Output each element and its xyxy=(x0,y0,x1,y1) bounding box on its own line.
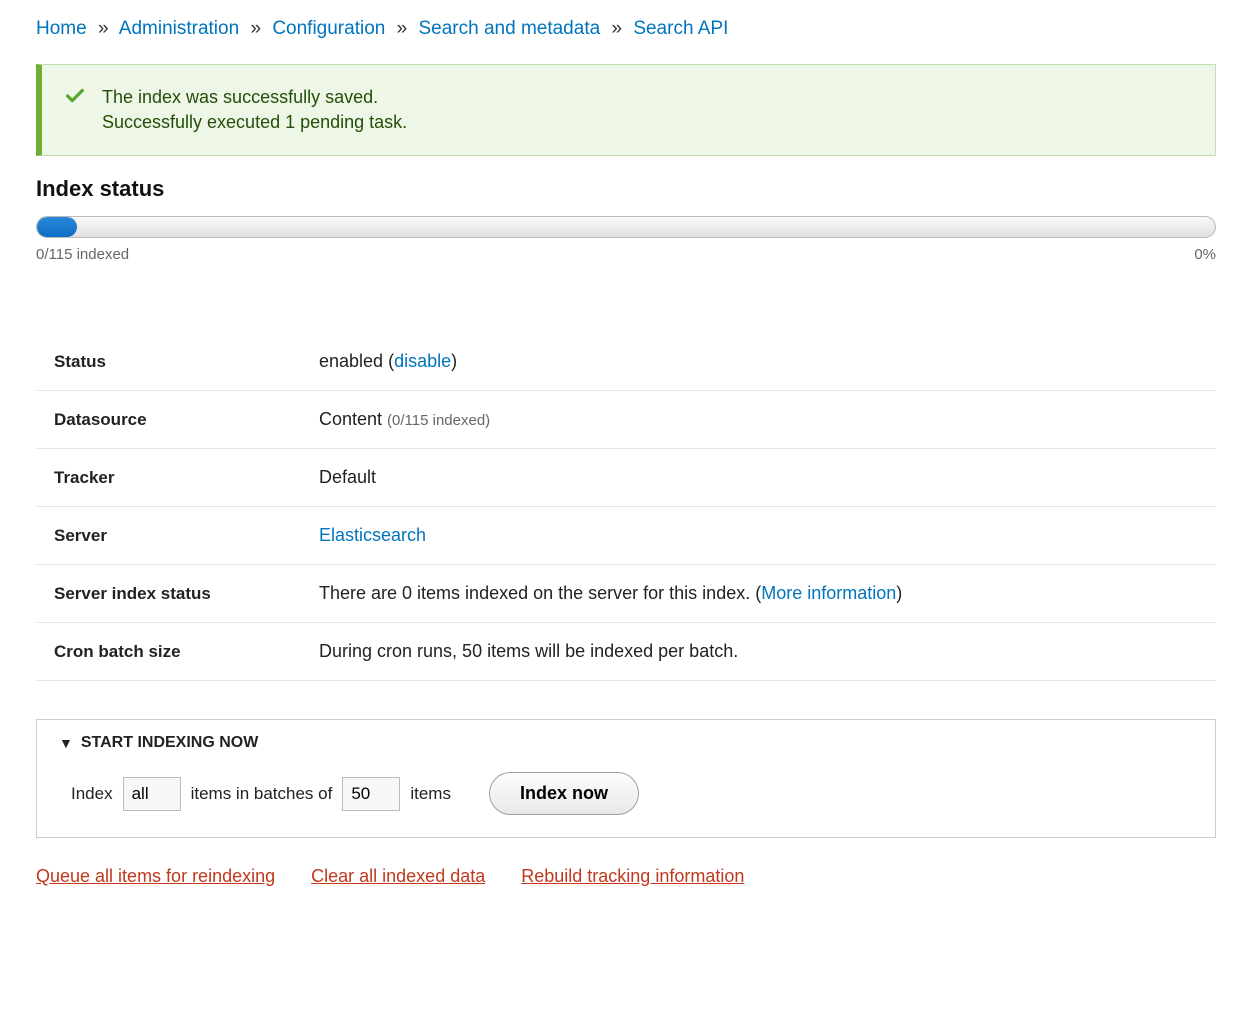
start-indexing-fieldset: ▼ START INDEXING NOW Index items in batc… xyxy=(36,719,1216,838)
breadcrumb-admin[interactable]: Administration xyxy=(119,18,239,39)
action-links: Queue all items for reindexing Clear all… xyxy=(36,866,1216,887)
progress-label: 0/115 indexed xyxy=(36,246,129,263)
index-now-button[interactable]: Index now xyxy=(489,772,639,815)
breadcrumb-sep: » xyxy=(611,18,622,39)
label-datasource: Datasource xyxy=(36,391,301,449)
disable-link[interactable]: disable xyxy=(394,351,451,371)
value-tracker: Default xyxy=(301,449,1216,507)
breadcrumb-config[interactable]: Configuration xyxy=(272,18,385,39)
row-cron: Cron batch size During cron runs, 50 ite… xyxy=(36,623,1216,681)
status-line1: The index was successfully saved. xyxy=(102,87,1193,108)
more-info-link[interactable]: More information xyxy=(761,583,896,603)
items-count-input[interactable] xyxy=(123,777,181,811)
details-table: Status enabled (disable) Datasource Cont… xyxy=(36,333,1216,681)
value-server: Elasticsearch xyxy=(301,507,1216,565)
progress-bar: 0/115 indexed 0% xyxy=(36,216,1216,263)
index-row: Index items in batches of items Index no… xyxy=(59,772,1193,815)
queue-reindex-link[interactable]: Queue all items for reindexing xyxy=(36,866,275,887)
progress-fill xyxy=(37,217,77,237)
word-mid: items in batches of xyxy=(191,784,333,804)
label-status: Status xyxy=(36,333,301,391)
value-cron: During cron runs, 50 items will be index… xyxy=(301,623,1216,681)
progress-percent: 0% xyxy=(1194,246,1216,263)
breadcrumb: Home » Administration » Configuration » … xyxy=(36,18,1216,40)
label-server-index-status: Server index status xyxy=(36,565,301,623)
value-datasource: Content (0/115 indexed) xyxy=(301,391,1216,449)
word-items: items xyxy=(410,784,451,804)
status-message: The index was successfully saved. Succes… xyxy=(36,64,1216,156)
triangle-down-icon: ▼ xyxy=(59,735,73,751)
legend-text: START INDEXING NOW xyxy=(81,734,258,752)
server-link[interactable]: Elasticsearch xyxy=(319,525,426,545)
breadcrumb-sep: » xyxy=(397,18,408,39)
label-server: Server xyxy=(36,507,301,565)
row-tracker: Tracker Default xyxy=(36,449,1216,507)
datasource-note: (0/115 indexed) xyxy=(387,412,490,429)
breadcrumb-search-api[interactable]: Search API xyxy=(633,18,728,39)
progress-track xyxy=(36,216,1216,238)
batch-size-input[interactable] xyxy=(342,777,400,811)
rebuild-link[interactable]: Rebuild tracking information xyxy=(521,866,744,887)
value-status: enabled (disable) xyxy=(301,333,1216,391)
check-icon xyxy=(64,85,86,112)
fieldset-legend[interactable]: ▼ START INDEXING NOW xyxy=(59,734,1193,752)
value-server-index-status: There are 0 items indexed on the server … xyxy=(301,565,1216,623)
status-line2: Successfully executed 1 pending task. xyxy=(102,112,1193,133)
row-status: Status enabled (disable) xyxy=(36,333,1216,391)
breadcrumb-home[interactable]: Home xyxy=(36,18,87,39)
row-server: Server Elasticsearch xyxy=(36,507,1216,565)
label-tracker: Tracker xyxy=(36,449,301,507)
clear-data-link[interactable]: Clear all indexed data xyxy=(311,866,485,887)
row-datasource: Datasource Content (0/115 indexed) xyxy=(36,391,1216,449)
breadcrumb-search-meta[interactable]: Search and metadata xyxy=(418,18,600,39)
label-cron: Cron batch size xyxy=(36,623,301,681)
index-status-title: Index status xyxy=(36,176,1216,202)
breadcrumb-sep: » xyxy=(98,18,109,39)
row-server-index-status: Server index status There are 0 items in… xyxy=(36,565,1216,623)
word-index: Index xyxy=(71,784,113,804)
breadcrumb-sep: » xyxy=(250,18,261,39)
